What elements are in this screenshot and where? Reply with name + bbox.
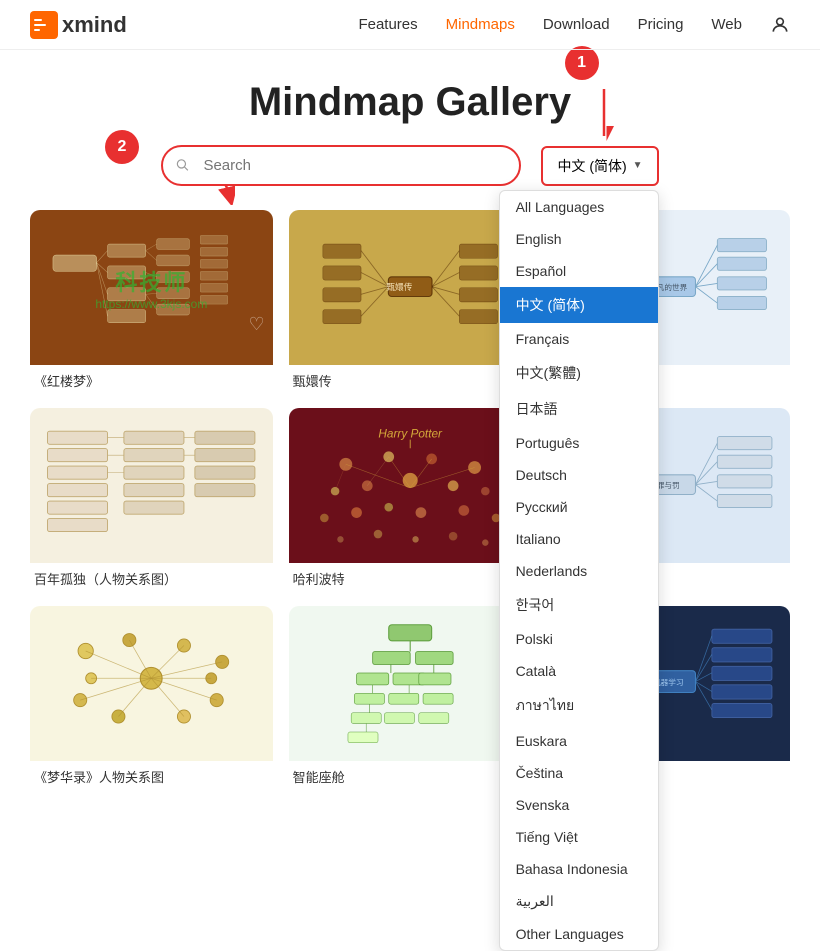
- card-label-3: 百年孤独（人物关系图）: [30, 563, 273, 590]
- language-current-label: 中文 (简体): [557, 156, 626, 176]
- language-button-wrap: 1 中文 (简体) ▼ All Languages English Españo…: [541, 146, 658, 186]
- annotation-2: 2: [105, 130, 139, 164]
- main-nav: Features Mindmaps Download Pricing Web: [358, 15, 790, 35]
- annotation-1: 1: [565, 46, 599, 80]
- controls-row: 2 1: [30, 145, 790, 186]
- mindmap-svg-1: 甄嬛传: [301, 218, 519, 358]
- search-wrapper: [161, 145, 521, 186]
- lang-option-3[interactable]: 中文 (简体): [500, 287, 658, 323]
- svg-text:罪与罚: 罪与罚: [657, 481, 680, 490]
- card-thumb-1: 甄嬛传: [289, 210, 532, 365]
- gallery-card-0[interactable]: 科技师 https://www.3kjs.com ♡ 《红楼梦》: [30, 210, 273, 392]
- card-thumb-4: Harry Potter: [289, 408, 532, 563]
- page-title: Mindmap Gallery: [30, 80, 790, 125]
- nav-web[interactable]: Web: [711, 16, 742, 33]
- nav-mindmaps[interactable]: Mindmaps: [446, 16, 515, 33]
- search-input[interactable]: [161, 145, 521, 186]
- language-dropdown: All Languages English Español 中文 (简体) Fr…: [499, 190, 659, 951]
- logo-text: xmind: [62, 12, 127, 38]
- card-label-0: 《红楼梦》: [30, 365, 273, 392]
- lang-option-11[interactable]: Nederlands: [500, 555, 658, 587]
- card-label-4: 哈利波特: [289, 563, 532, 590]
- gallery-card-3[interactable]: 百年孤独（人物关系图）: [30, 408, 273, 590]
- chevron-down-icon: ▼: [633, 160, 643, 171]
- card-thumb-3: [30, 408, 273, 563]
- lang-option-22[interactable]: Other Languages: [500, 918, 658, 950]
- mindmap-svg-6: [42, 614, 260, 754]
- nav-features[interactable]: Features: [358, 16, 417, 33]
- card-label-1: 甄嬛传: [289, 365, 532, 392]
- card-label-7: 智能座舱: [289, 761, 532, 788]
- nav-download[interactable]: Download: [543, 16, 610, 33]
- logo[interactable]: xmind: [30, 11, 127, 39]
- lang-option-17[interactable]: Čeština: [500, 757, 658, 789]
- mindmap-svg-3: [42, 416, 260, 556]
- lang-option-4[interactable]: Français: [500, 323, 658, 355]
- lang-option-7[interactable]: Português: [500, 427, 658, 459]
- lang-option-2[interactable]: Español: [500, 255, 658, 287]
- lang-option-1[interactable]: English: [500, 223, 658, 255]
- lang-option-5[interactable]: 中文(繁體): [500, 355, 658, 391]
- lang-option-19[interactable]: Tiếng Việt: [500, 821, 658, 853]
- gallery-card-6[interactable]: 《梦华录》人物关系图: [30, 606, 273, 788]
- logo-icon: [30, 11, 58, 39]
- user-icon[interactable]: [770, 15, 790, 35]
- mindmap-svg-4: Harry Potter: [301, 416, 519, 556]
- gallery-card-7[interactable]: 智能座舱: [289, 606, 532, 788]
- lang-option-20[interactable]: Bahasa Indonesia: [500, 853, 658, 885]
- page-title-section: Mindmap Gallery: [30, 50, 790, 145]
- card-thumb-0: 科技师 https://www.3kjs.com ♡: [30, 210, 273, 365]
- lang-option-10[interactable]: Italiano: [500, 523, 658, 555]
- lang-option-21[interactable]: العربية: [500, 885, 658, 918]
- header: xmind Features Mindmaps Download Pricing…: [0, 0, 820, 50]
- lang-option-9[interactable]: Русский: [500, 491, 658, 523]
- lang-option-6[interactable]: 日本語: [500, 391, 658, 427]
- page-content: Mindmap Gallery 2: [0, 50, 820, 818]
- lang-option-15[interactable]: ภาษาไทย: [500, 687, 658, 725]
- search-icon: [175, 157, 189, 174]
- gallery-grid: 科技师 https://www.3kjs.com ♡ 《红楼梦》: [30, 210, 790, 788]
- lang-option-0[interactable]: All Languages: [500, 191, 658, 223]
- heart-icon-0: ♡: [249, 314, 265, 335]
- mindmap-svg-0: [42, 218, 260, 358]
- svg-text:Harry Potter: Harry Potter: [378, 426, 443, 440]
- arrow-1: [579, 84, 629, 144]
- mindmap-svg-7: [301, 614, 519, 754]
- lang-option-16[interactable]: Euskara: [500, 725, 658, 757]
- lang-option-12[interactable]: 한국어: [500, 587, 658, 623]
- gallery-card-4[interactable]: Harry Potter: [289, 408, 532, 590]
- lang-option-14[interactable]: Català: [500, 655, 658, 687]
- lang-option-8[interactable]: Deutsch: [500, 459, 658, 491]
- card-thumb-7: [289, 606, 532, 761]
- lang-option-18[interactable]: Svenska: [500, 789, 658, 821]
- card-thumb-6: [30, 606, 273, 761]
- language-select-button[interactable]: 中文 (简体) ▼: [541, 146, 658, 186]
- lang-option-13[interactable]: Polski: [500, 623, 658, 655]
- gallery-card-1[interactable]: 甄嬛传 甄嬛传: [289, 210, 532, 392]
- svg-text:甄嬛传: 甄嬛传: [386, 281, 412, 292]
- nav-pricing[interactable]: Pricing: [638, 16, 684, 33]
- card-label-6: 《梦华录》人物关系图: [30, 761, 273, 788]
